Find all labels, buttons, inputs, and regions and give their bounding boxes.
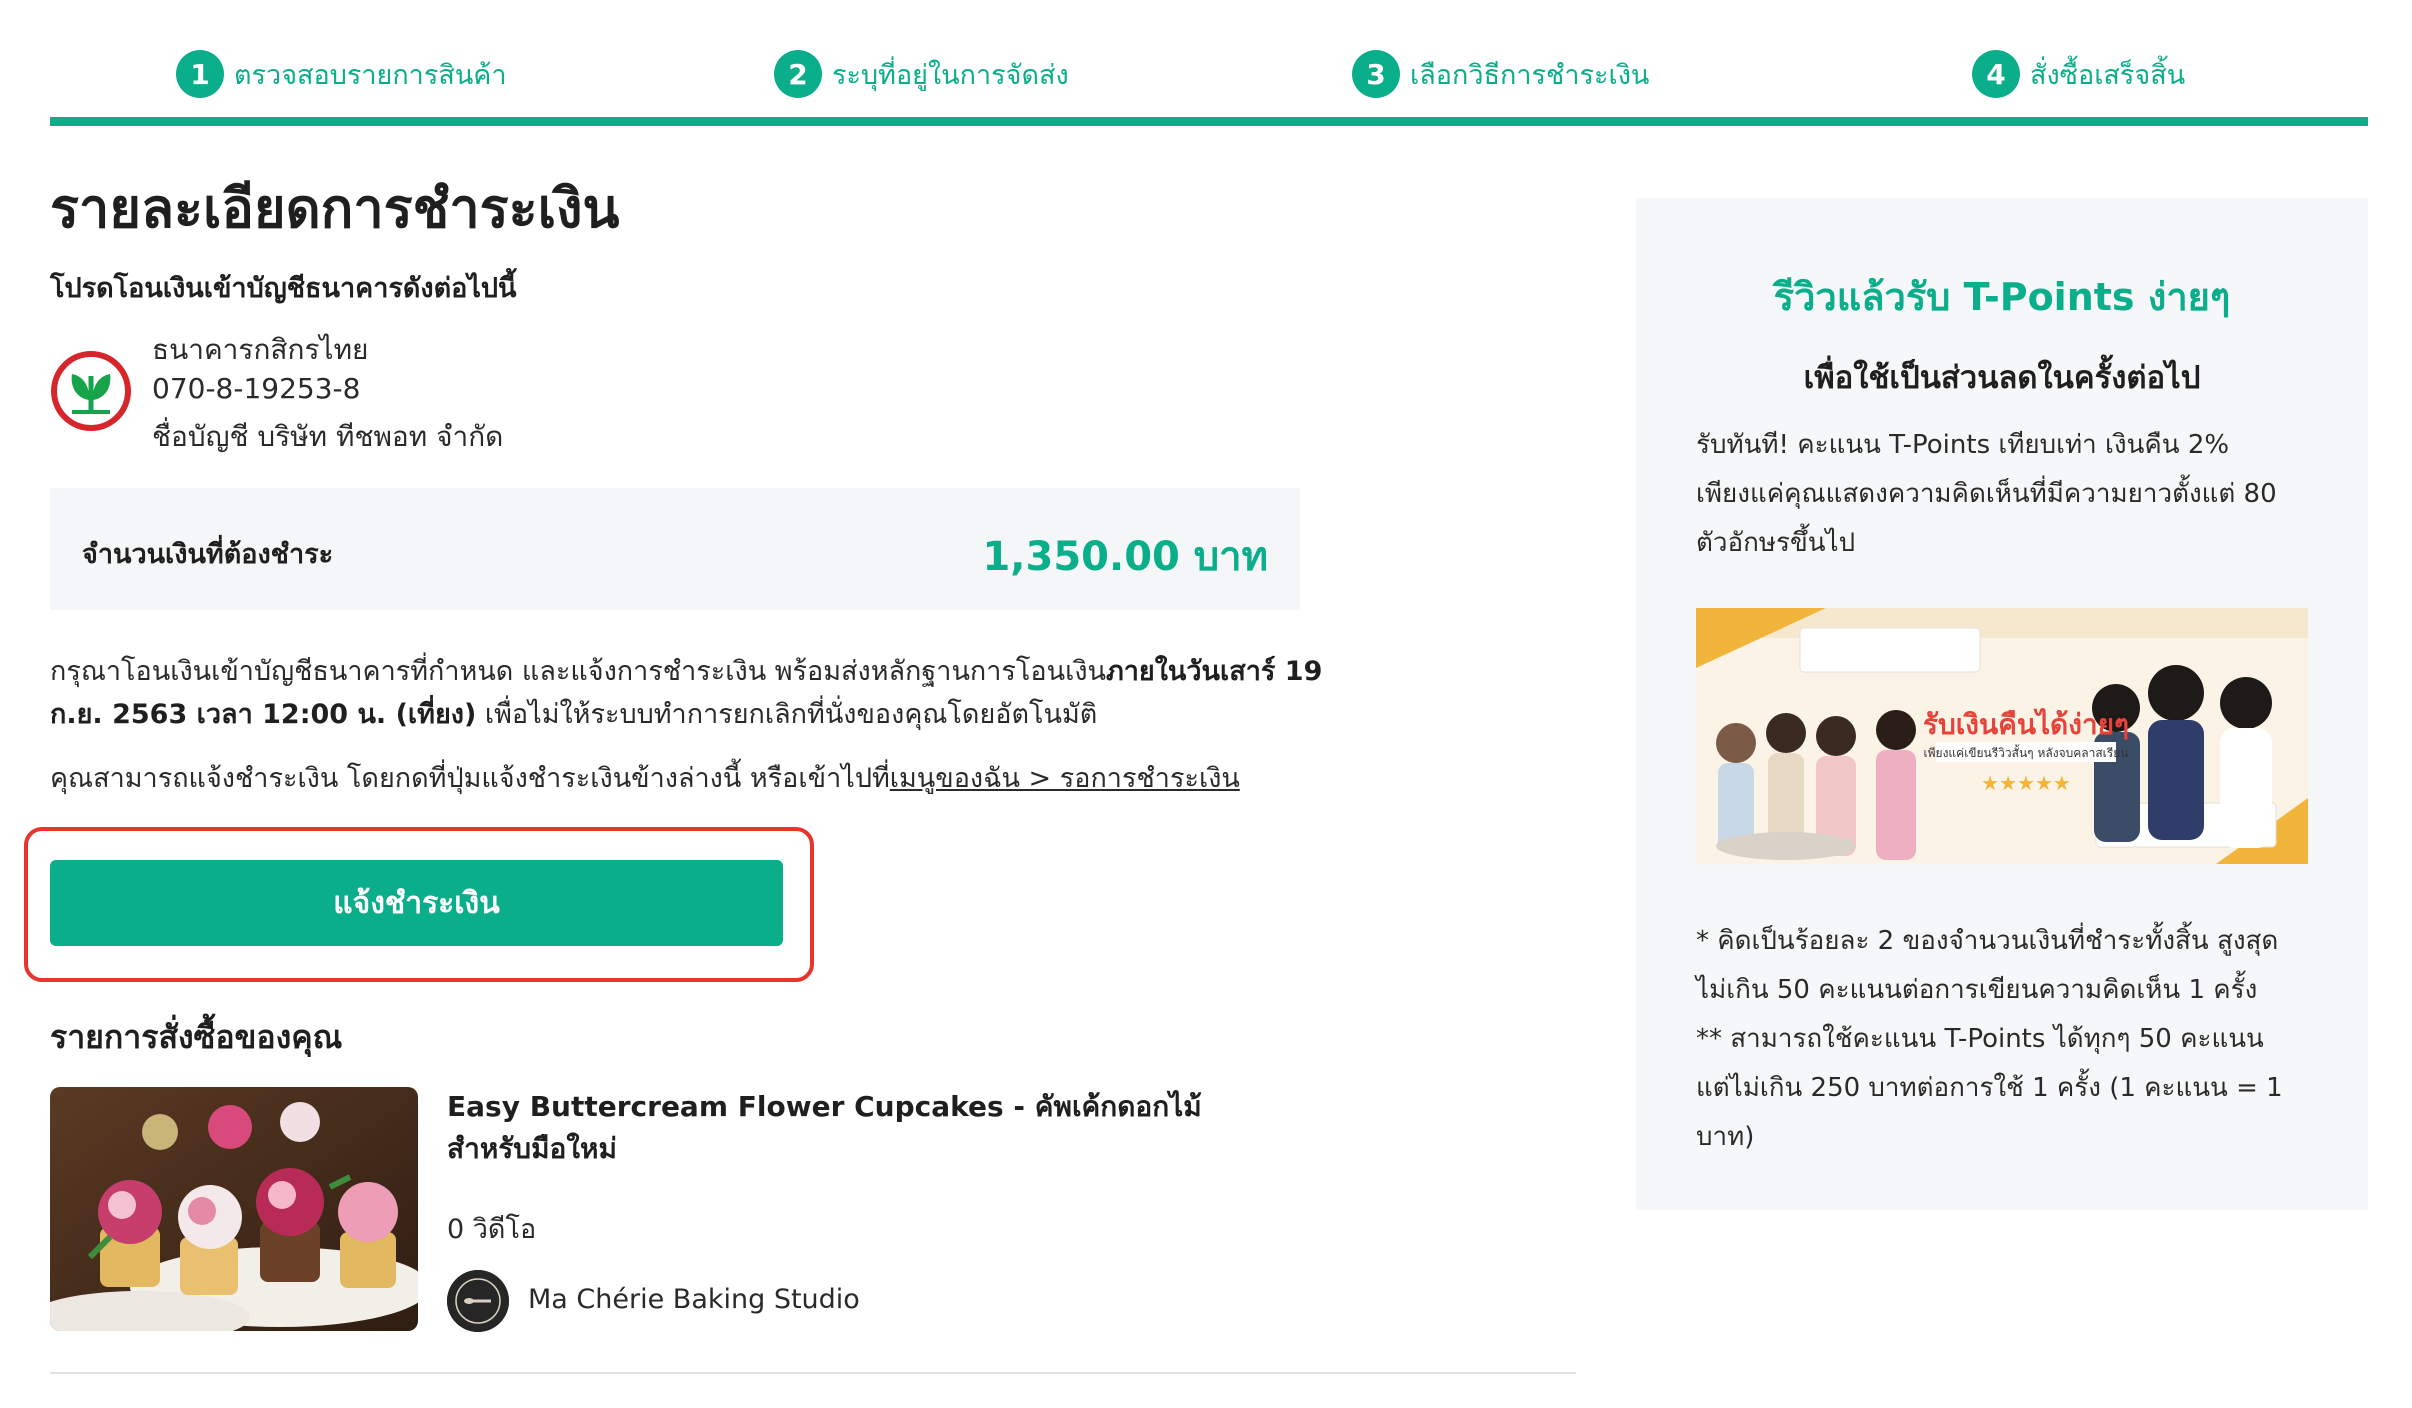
step-1: 1 ตรวจสอบรายการสินค้า xyxy=(176,50,507,98)
step-label: ระบุที่อยู่ในการจัดส่ง xyxy=(832,59,1069,91)
reward-footnote: แต่ไม่เกิน 250 บาทต่อการใช้ 1 ครั้ง (1 ค… xyxy=(1696,1073,2283,1103)
course-thumbnail[interactable] xyxy=(50,1087,418,1331)
notice-text: กรุณาโอนเงินเข้าบัญชีธนาคารที่กำหนด และแ… xyxy=(50,656,1106,687)
review-reward-subheading: เพื่อใช้เป็นส่วนลดในครั้งต่อไป xyxy=(1803,360,2201,396)
promo-banner: รับเงินคืนได้ง่ายๆ เพียงแค่เขียนรีวิวสั้… xyxy=(1696,608,2308,864)
divider xyxy=(50,1372,1576,1374)
step-label: สั่งซื้อเสร็จสิ้น xyxy=(2030,59,2186,91)
promo-subline: เพียงแค่เขียนรีวิวสั้นๆ หลังจบคลาสเรียน xyxy=(1924,744,2129,760)
orders-title: รายการสั่งซื้อของคุณ xyxy=(50,1018,343,1056)
bank-account-number: 070-8-19253-8 xyxy=(152,372,361,405)
reward-body-line: รับทันที! คะแนน T-Points เทียบเท่า เงินค… xyxy=(1696,430,2230,460)
review-reward-panel: รีวิวแล้วรับ T-Points ง่ายๆ เพื่อใช้เป็น… xyxy=(1636,198,2368,1210)
course-title-line: สำหรับมือใหม่ xyxy=(447,1132,617,1165)
notice-text: เพื่อไม่ให้ระบบทำการยกเลิกที่นั่งของคุณโ… xyxy=(476,699,1098,730)
step-2: 2 ระบุที่อยู่ในการจัดส่ง xyxy=(774,50,1069,98)
studio-name[interactable]: Ma Chérie Baking Studio xyxy=(528,1284,860,1315)
reward-footnote: ** สามารถใช้คะแนน T-Points ได้ทุกๆ 50 คะ… xyxy=(1696,1024,2264,1054)
amount-due-box: จำนวนเงินที่ต้องชำระ 1,350.00 บาท xyxy=(50,488,1300,610)
my-menu-pending-payment-link[interactable]: เมนูของฉัน > รอการชำระเงิน xyxy=(890,763,1240,794)
promo-headline: รับเงินคืนได้ง่ายๆ xyxy=(1923,708,2129,741)
course-title-line: Easy Buttercream Flower Cupcakes - คัพเค… xyxy=(447,1090,1202,1123)
course-video-count: 0 วิดีโอ xyxy=(447,1214,537,1245)
bank-name: ธนาคารกสิกรไทย xyxy=(152,333,369,366)
transfer-instruction: โปรดโอนเงินเข้าบัญชีธนาคารดังต่อไปนี้ xyxy=(50,273,517,304)
step-label: เลือกวิธีการชำระเงิน xyxy=(1410,59,1650,91)
progress-bar xyxy=(50,117,2368,126)
notify-payment-button[interactable]: แจ้งชำระเงิน xyxy=(50,860,783,946)
kasikorn-bank-logo-icon xyxy=(50,350,132,432)
step-number: 3 xyxy=(1352,50,1400,98)
step-number: 4 xyxy=(1972,50,2020,98)
step-label: ตรวจสอบรายการสินค้า xyxy=(234,59,507,91)
promo-stars: ★★★★★ xyxy=(1981,771,2071,795)
step-number: 2 xyxy=(774,50,822,98)
review-reward-heading: รีวิวแล้วรับ T-Points ง่ายๆ xyxy=(1773,275,2231,319)
payment-hint: คุณสามารถแจ้งชำระเงิน โดยกดที่ปุ่มแจ้งชำ… xyxy=(50,757,1240,800)
hint-text: คุณสามารถแจ้งชำระเงิน โดยกดที่ปุ่มแจ้งชำ… xyxy=(50,763,890,794)
amount-due-label: จำนวนเงินที่ต้องชำระ xyxy=(82,539,334,570)
notice-deadline-time: ก.ย. 2563 เวลา 12:00 น. (เที่ยง) xyxy=(50,699,477,730)
page-title: รายละเอียดการชำระเงิน xyxy=(50,177,620,240)
bank-account-name: ชื่อบัญชี บริษัท ทีชพอท จำกัด xyxy=(152,420,504,453)
amount-due-value: 1,350.00 บาท xyxy=(982,534,1268,580)
step-number: 1 xyxy=(176,50,224,98)
reward-body-line: เพียงแค่คุณแสดงความคิดเห็นที่มีความยาวตั… xyxy=(1696,479,2277,509)
studio-avatar xyxy=(447,1270,509,1332)
reward-footnote: * คิดเป็นร้อยละ 2 ของจำนวนเงินที่ชำระทั้… xyxy=(1696,926,2279,956)
step-4: 4 สั่งซื้อเสร็จสิ้น xyxy=(1972,50,2185,98)
reward-body-line: ตัวอักษรขึ้นไป xyxy=(1696,528,1856,558)
course-title[interactable]: Easy Buttercream Flower Cupcakes - คัพเค… xyxy=(447,1086,1202,1170)
step-3: 3 เลือกวิธีการชำระเงิน xyxy=(1352,50,1649,98)
reward-footnote: ไม่เกิน 50 คะแนนต่อการเขียนความคิดเห็น 1… xyxy=(1696,975,2258,1005)
reward-footnote: บาท) xyxy=(1696,1122,1755,1152)
payment-deadline-notice: กรุณาโอนเงินเข้าบัญชีธนาคารที่กำหนด และแ… xyxy=(50,650,1322,736)
notice-deadline: ภายในวันเสาร์ 19 xyxy=(1105,656,1323,687)
